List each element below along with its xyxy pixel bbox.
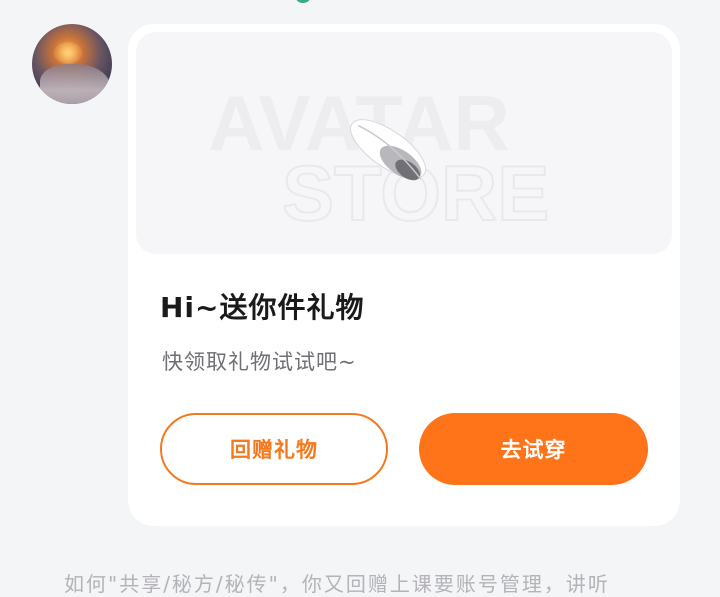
- avatar[interactable]: [32, 24, 112, 104]
- gift-message-card[interactable]: AVATAR STORE Hi~送你件礼物 快领取礼物试试吧~ 回赠礼物 去试穿: [128, 24, 680, 526]
- avatar-sun-glow: [54, 42, 82, 64]
- try-on-button[interactable]: 去试穿: [419, 413, 648, 485]
- status-dot: [296, 0, 310, 3]
- gift-title: Hi~送你件礼物: [160, 291, 365, 324]
- next-message-text: 如何"共享/秘方/秘传"，你又回赠上课要账号管理，讲听: [64, 572, 610, 596]
- gift-banner-image: AVATAR STORE: [136, 32, 672, 254]
- regift-button[interactable]: 回赠礼物: [160, 413, 388, 485]
- gift-subtitle: 快领取礼物试试吧~: [162, 350, 357, 374]
- avatar-hand-shape: [40, 64, 110, 104]
- avatar-store-artwork: AVATAR STORE: [208, 79, 550, 238]
